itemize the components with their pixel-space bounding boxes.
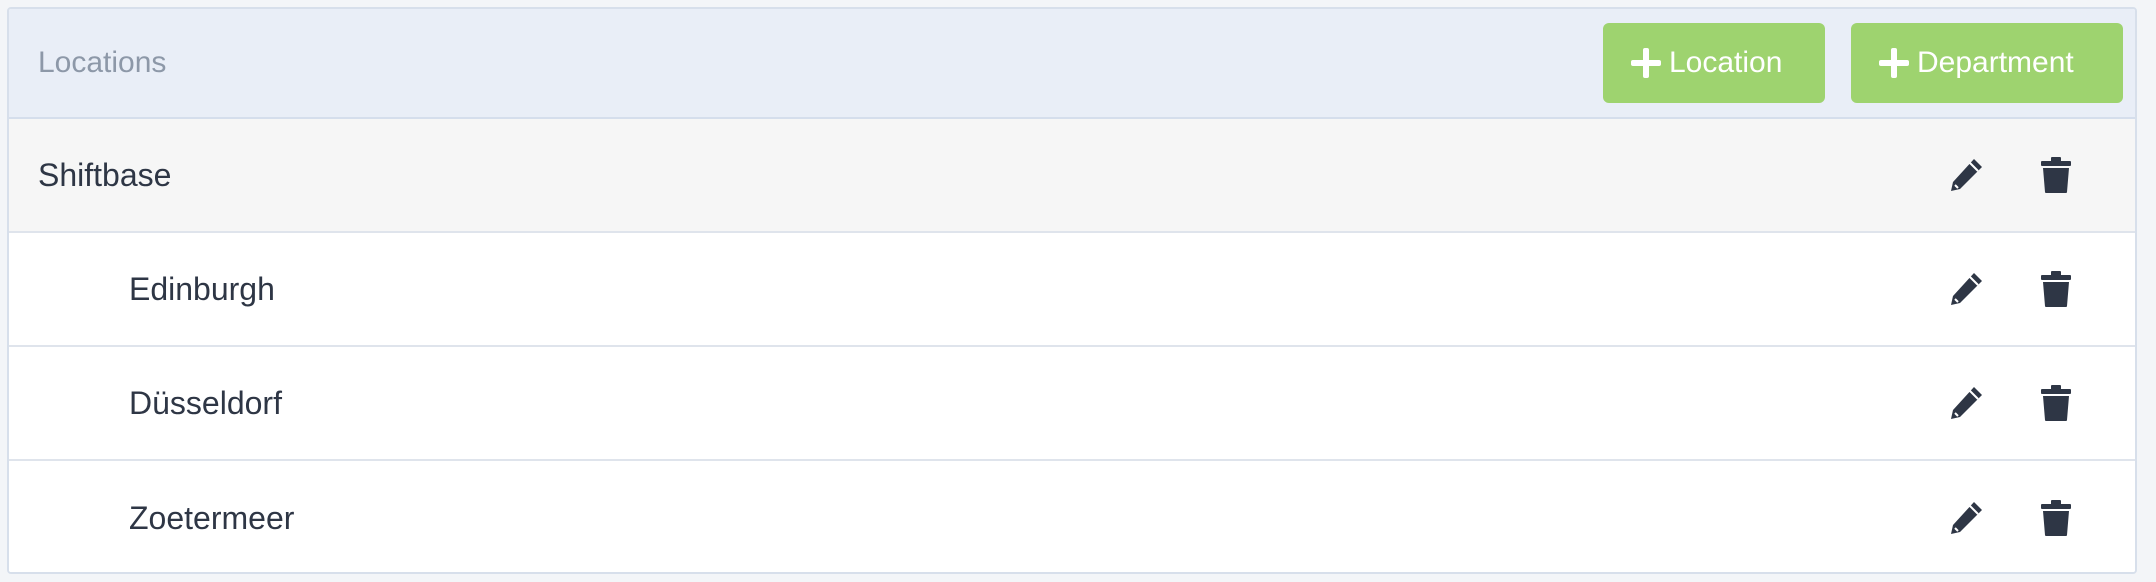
add-location-button[interactable]: Location xyxy=(1603,23,1825,103)
plus-icon xyxy=(1631,48,1661,78)
location-name: Düsseldorf xyxy=(129,384,282,421)
pencil-icon[interactable] xyxy=(1947,498,1985,538)
trash-icon[interactable] xyxy=(2037,383,2075,423)
locations-panel: Locations Location Department Shiftbase … xyxy=(7,7,2137,574)
add-department-button[interactable]: Department xyxy=(1851,23,2123,103)
row-actions xyxy=(1947,383,2075,423)
pencil-icon[interactable] xyxy=(1947,269,1985,309)
add-location-label: Location xyxy=(1669,46,1783,79)
location-row-zoetermeer: Zoetermeer xyxy=(9,461,2135,572)
trash-icon[interactable] xyxy=(2037,155,2075,195)
page-title: Locations xyxy=(38,46,167,79)
location-row-edinburgh: Edinburgh xyxy=(9,233,2135,347)
row-actions xyxy=(1947,498,2075,538)
add-department-label: Department xyxy=(1917,46,2074,79)
plus-icon xyxy=(1879,48,1909,78)
pencil-icon[interactable] xyxy=(1947,383,1985,423)
row-actions xyxy=(1947,269,2075,309)
pencil-icon[interactable] xyxy=(1947,155,1985,195)
location-name: Zoetermeer xyxy=(129,499,295,536)
row-actions xyxy=(1947,155,2075,195)
location-row-shiftbase: Shiftbase xyxy=(9,119,2135,233)
location-name: Edinburgh xyxy=(129,270,275,307)
trash-icon[interactable] xyxy=(2037,269,2075,309)
location-row-dusseldorf: Düsseldorf xyxy=(9,347,2135,461)
trash-icon[interactable] xyxy=(2037,498,2075,538)
header-actions: Location Department xyxy=(1603,23,2123,103)
panel-header: Locations Location Department xyxy=(9,9,2135,119)
location-name: Shiftbase xyxy=(38,156,172,193)
